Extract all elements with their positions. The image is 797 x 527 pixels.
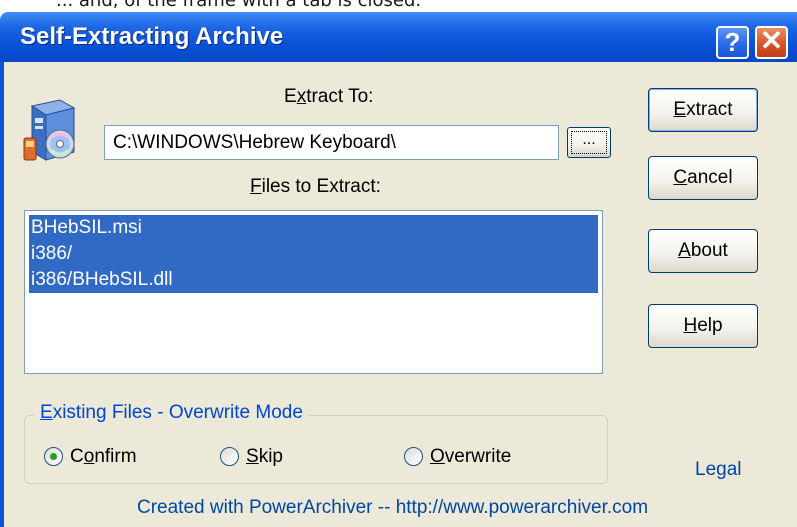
confirm-radio[interactable]: Confirm	[44, 443, 164, 471]
overwrite-radio[interactable]: Overwrite	[404, 443, 534, 471]
title-bar[interactable]: Self-Extracting Archive ? ✕	[0, 12, 797, 62]
radio-label-part: C	[70, 446, 84, 467]
radio-selected-dot	[50, 453, 57, 460]
cancel-button-mnemonic: C	[673, 167, 688, 188]
about-button-label: bout	[690, 240, 728, 261]
overwrite-mode-legend: Existing Files - Overwrite Mode	[34, 402, 309, 424]
legend-mnemonic: E	[40, 402, 53, 423]
help-button-label: elp	[697, 315, 723, 336]
files-label-rest: iles to Extract:	[261, 176, 381, 197]
overwrite-radio-label[interactable]: Overwrite	[430, 443, 511, 471]
close-icon[interactable]: ✕	[755, 26, 788, 59]
extract-to-label-part: E	[284, 86, 297, 107]
extract-to-label-rest: tract To:	[306, 86, 374, 107]
legend-rest: xisting Files - Overwrite Mode	[52, 402, 303, 423]
confirm-radio-label[interactable]: Confirm	[70, 443, 137, 471]
powerarchiver-credit-link[interactable]: Created with PowerArchiver -- http://www…	[137, 497, 648, 519]
radio-button-icon[interactable]	[404, 447, 423, 466]
files-list[interactable]: BHebSIL.msi i386/ i386/BHebSIL.dll	[24, 210, 603, 374]
list-item[interactable]: i386/	[29, 241, 598, 267]
about-button[interactable]: About	[648, 229, 758, 273]
installer-cd-icon	[23, 99, 76, 161]
extract-to-label-mnemonic: x	[296, 86, 307, 107]
radio-label-mnemonic: S	[246, 446, 259, 467]
radio-label-rest: verwrite	[444, 446, 512, 467]
radio-label-mnemonic: o	[83, 446, 95, 467]
help-button-mnemonic: H	[683, 315, 698, 336]
radio-label-mnemonic: O	[430, 446, 445, 467]
radio-label-rest: nfirm	[94, 446, 137, 467]
radio-button-icon[interactable]	[44, 447, 63, 466]
list-item[interactable]: i386/BHebSIL.dll	[29, 267, 598, 293]
list-item[interactable]: BHebSIL.msi	[29, 215, 598, 241]
extract-button-label: xtract	[686, 99, 733, 120]
legal-link[interactable]: Legal	[695, 459, 742, 481]
cancel-button[interactable]: Cancel	[648, 156, 758, 200]
radio-label-rest: kip	[258, 446, 283, 467]
skip-radio-label[interactable]: Skip	[246, 443, 283, 471]
help-button[interactable]: Help	[648, 304, 758, 348]
extract-button-mnemonic: E	[673, 99, 687, 120]
extract-button[interactable]: Extract	[648, 88, 758, 132]
background-page-text: ... and, of the frame with a tab is clos…	[56, 0, 422, 11]
extract-to-label: Extract To:	[284, 86, 373, 108]
window-title: Self-Extracting Archive	[20, 23, 284, 50]
extract-path-input[interactable]: C:\WINDOWS\Hebrew Keyboard\	[104, 125, 559, 160]
radio-button-icon[interactable]	[220, 447, 239, 466]
help-icon[interactable]: ?	[716, 26, 749, 59]
skip-radio[interactable]: Skip	[220, 443, 310, 471]
cancel-button-label: ancel	[687, 167, 733, 188]
browse-button[interactable]: ...	[567, 127, 611, 158]
about-button-mnemonic: A	[678, 240, 691, 261]
files-label-mnemonic: F	[250, 176, 262, 197]
files-to-extract-label: Files to Extract:	[250, 176, 381, 198]
background-page-strip: ... and, of the frame with a tab is clos…	[0, 0, 797, 12]
screen: ... and, of the frame with a tab is clos…	[0, 0, 797, 527]
